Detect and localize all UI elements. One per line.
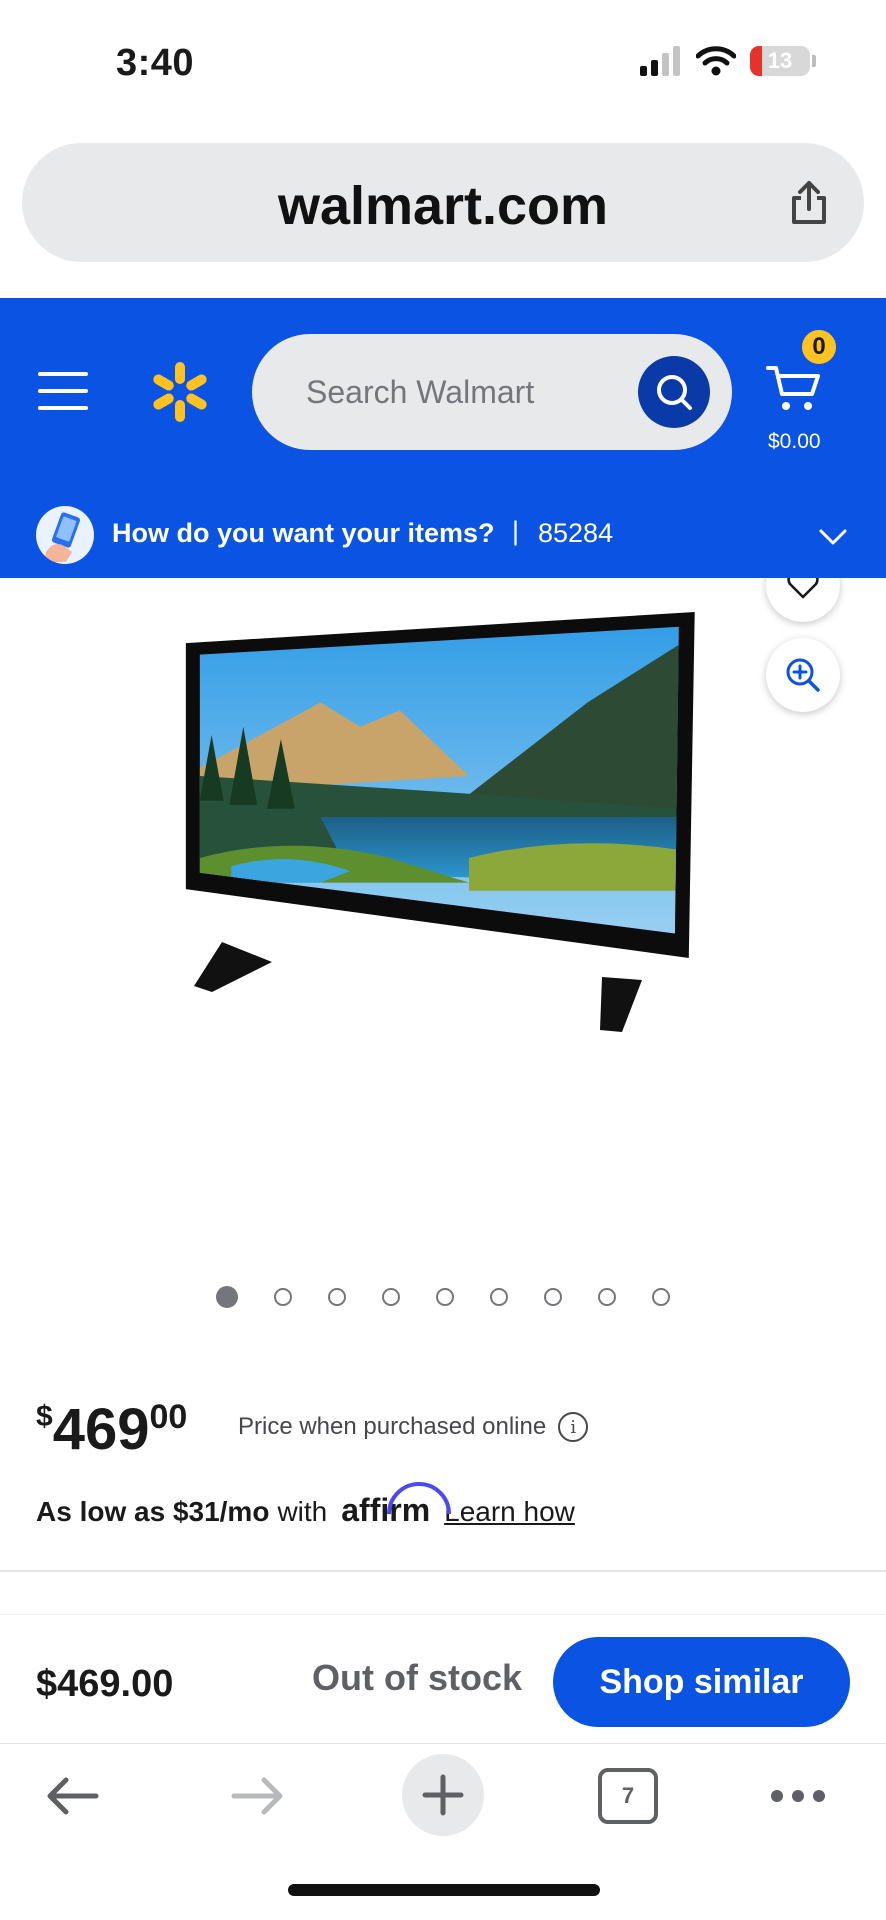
hamburger-menu-icon[interactable] — [38, 372, 88, 412]
fulfillment-separator: | — [512, 516, 520, 546]
walmart-spark-logo[interactable] — [148, 360, 212, 424]
affirm-arc-icon — [387, 1482, 452, 1515]
fulfillment-illustration-icon — [36, 506, 94, 564]
cart-button[interactable]: 0 $0.00 — [762, 328, 872, 453]
gallery-dot[interactable] — [436, 1288, 454, 1306]
zoom-button[interactable] — [766, 638, 840, 712]
gallery-dot[interactable] — [652, 1288, 670, 1306]
price-currency: $ — [36, 1400, 53, 1433]
gallery-dot[interactable] — [274, 1288, 292, 1306]
fulfillment-zip: 85284 — [538, 518, 614, 548]
heart-icon — [787, 578, 819, 599]
cart-icon — [766, 366, 820, 410]
arrow-right-icon — [231, 1777, 283, 1815]
stock-status: Out of stock — [312, 1657, 523, 1698]
affirm-monthly: As low as $31/mo — [36, 1496, 270, 1527]
fulfillment-question: How do you want your items? — [112, 518, 495, 548]
shop-similar-button[interactable]: Shop similar — [553, 1637, 850, 1727]
affirm-with: with — [277, 1496, 328, 1527]
search-icon — [657, 375, 692, 410]
zoom-in-icon — [786, 658, 820, 692]
gallery-pagination — [0, 1286, 886, 1308]
price-dollars: 469 — [52, 1397, 150, 1462]
favorite-button[interactable] — [766, 578, 840, 622]
more-icon[interactable] — [768, 1760, 828, 1832]
divider — [0, 1570, 886, 1572]
info-icon[interactable]: i — [558, 1412, 589, 1442]
back-button[interactable] — [40, 1760, 104, 1832]
fulfillment-bar[interactable]: How do you want your items? | 85284 — [0, 496, 886, 578]
tabs-button[interactable]: 7 — [598, 1768, 658, 1824]
battery-level: 13 — [767, 48, 793, 73]
address-bar[interactable]: walmart.com — [22, 143, 864, 262]
search-button[interactable] — [638, 356, 710, 428]
home-indicator[interactable] — [288, 1884, 600, 1896]
affirm-logo: affirm — [341, 1482, 452, 1529]
status-time: 3:40 — [116, 42, 195, 84]
search-input[interactable] — [306, 334, 606, 450]
gallery-dot[interactable] — [216, 1286, 238, 1308]
cellular-signal-icon — [640, 46, 680, 76]
status-icons: 13 — [640, 46, 816, 76]
gallery-dot[interactable] — [598, 1288, 616, 1306]
url-text[interactable]: walmart.com — [22, 175, 864, 237]
gallery-dot[interactable] — [382, 1288, 400, 1306]
price-cents: 00 — [149, 1398, 188, 1436]
chevron-down-icon[interactable] — [818, 522, 848, 552]
learn-how-link[interactable]: Learn how — [444, 1496, 575, 1528]
status-bar: 3:40 13 — [0, 0, 886, 130]
search-box[interactable] — [252, 334, 732, 450]
sticky-purchase-bar: $469.00 Out of stock Shop similar — [0, 1614, 886, 1744]
cart-total: $0.00 — [768, 430, 821, 453]
affirm-financing: As low as $31/mo with affirm Learn how — [36, 1482, 575, 1529]
price-note-text: Price when purchased online — [238, 1413, 547, 1440]
wifi-icon — [696, 46, 736, 76]
battery-tip — [812, 55, 816, 67]
sticky-price: $469.00 — [36, 1663, 174, 1705]
gallery-dot[interactable] — [328, 1288, 346, 1306]
product-image-tv[interactable] — [182, 612, 712, 1032]
forward-button[interactable] — [226, 1760, 290, 1832]
battery-icon: 13 — [750, 46, 810, 76]
product-image-gallery[interactable] — [0, 578, 886, 1318]
gallery-dot[interactable] — [544, 1288, 562, 1306]
share-icon[interactable] — [784, 177, 834, 227]
price-note: Price when purchased online i — [238, 1412, 589, 1442]
plus-icon — [422, 1774, 464, 1816]
gallery-dot[interactable] — [490, 1288, 508, 1306]
new-tab-button[interactable] — [402, 1754, 484, 1836]
arrow-left-icon — [47, 1777, 99, 1815]
product-price: $ 469 00 — [36, 1392, 187, 1462]
cart-count-badge: 0 — [800, 328, 838, 366]
walmart-header: 0 $0.00 How do you want your items? | 85… — [0, 298, 886, 578]
